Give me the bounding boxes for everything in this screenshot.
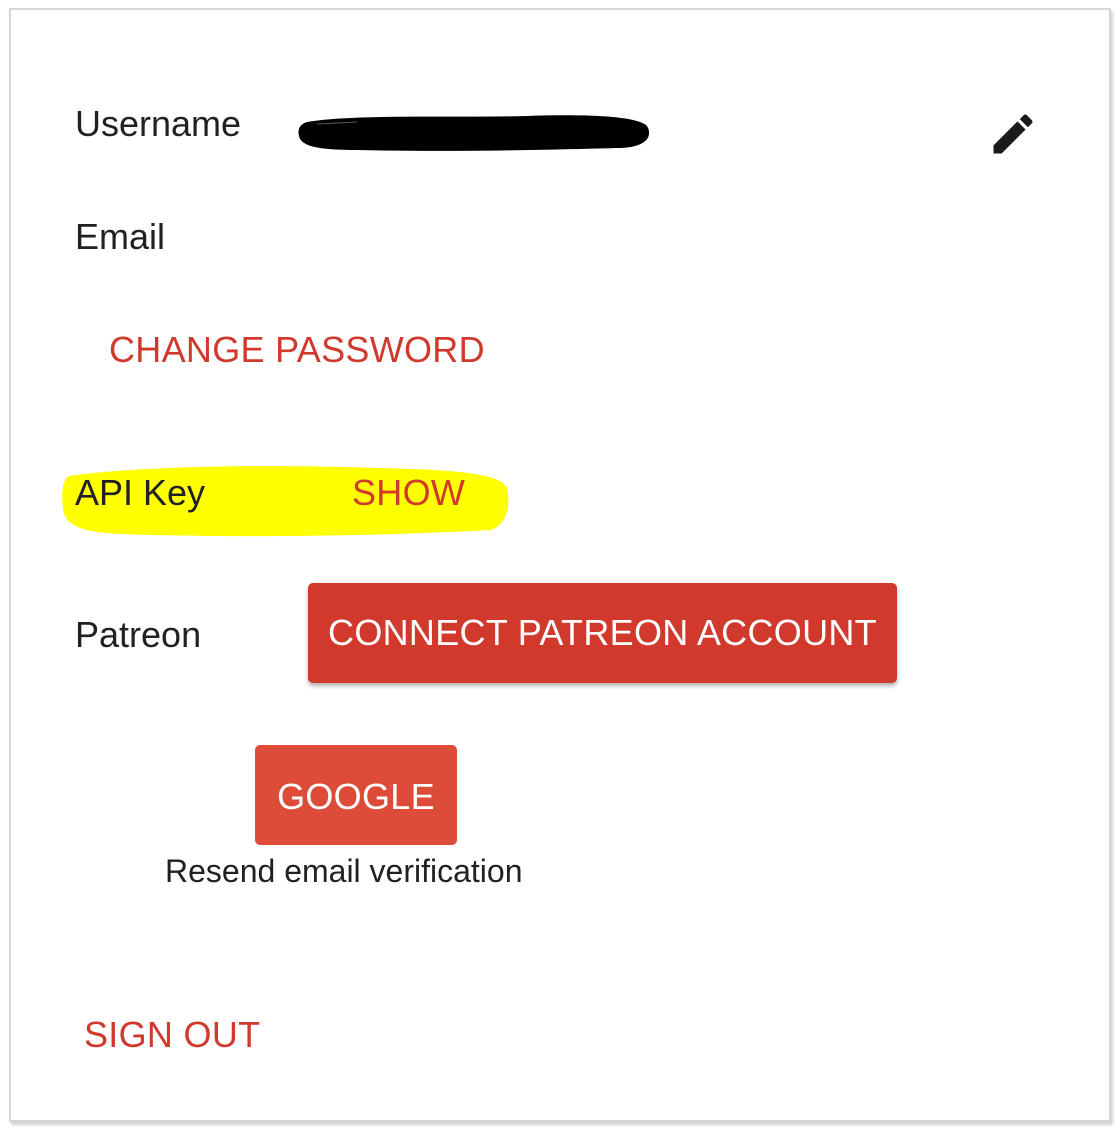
username-redaction [298,115,650,151]
edit-icon[interactable] [987,108,1039,160]
show-api-key-button[interactable]: SHOW [352,473,465,513]
email-label: Email [75,216,166,257]
sign-out-button[interactable]: SIGN OUT [84,1015,260,1055]
account-card: Username Email CHANGE PASSWORD API Key S… [9,8,1111,1122]
username-label: Username [75,103,242,144]
connect-patreon-button[interactable]: CONNECT PATREON ACCOUNT [308,583,897,683]
resend-email-verification-link[interactable]: Resend email verification [165,853,523,889]
google-button[interactable]: GOOGLE [255,745,457,845]
patreon-label: Patreon [75,614,202,655]
change-password-button[interactable]: CHANGE PASSWORD [109,330,485,370]
api-key-label: API Key [75,472,206,513]
